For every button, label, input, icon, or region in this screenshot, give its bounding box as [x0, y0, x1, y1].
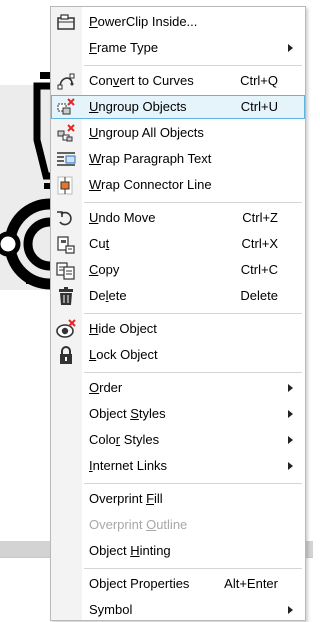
menu-item-order[interactable]: Order	[51, 376, 305, 400]
menu-separator	[84, 65, 302, 66]
submenu-arrow-icon	[288, 436, 293, 444]
menu-item-object-properties[interactable]: Object Properties Alt+Enter	[51, 572, 305, 596]
menu-item-frame-type[interactable]: Frame Type	[51, 36, 305, 60]
menu-item-label: Delete	[89, 288, 127, 303]
menu-item-label: Overprint Fill	[89, 491, 163, 506]
menu-separator	[84, 483, 302, 484]
menu-item-label: Ungroup All Objects	[89, 125, 204, 140]
menu-item-label: Undo Move	[89, 210, 156, 225]
context-menu: PowerClip Inside... Frame Type Convert to …	[50, 6, 306, 621]
menu-item-label: Color Styles	[89, 432, 160, 447]
menu-item-shortcut: Alt+Enter	[224, 576, 278, 591]
menu-item-shortcut: Delete	[240, 288, 278, 303]
menu-item-symbol[interactable]: Symbol	[51, 598, 305, 622]
submenu-arrow-icon	[288, 44, 293, 52]
menu-separator	[84, 372, 302, 373]
copy-icon	[56, 262, 75, 280]
submenu-arrow-icon	[288, 410, 293, 418]
menu-item-object-hinting[interactable]: Object Hinting	[51, 539, 305, 563]
menu-separator	[84, 313, 302, 314]
undo-icon	[57, 211, 72, 226]
menu-item-delete[interactable]: Delete Delete	[51, 284, 305, 308]
submenu-arrow-icon	[288, 606, 293, 614]
menu-item-cut[interactable]: Cut Ctrl+X	[51, 232, 305, 256]
menu-item-label: Convert to Curves	[89, 73, 194, 88]
menu-item-shortcut: Ctrl+Z	[242, 210, 278, 225]
lock-icon	[60, 346, 72, 364]
menu-item-label: Wrap Paragraph Text	[89, 151, 212, 166]
menu-item-label: Wrap Connector Line	[89, 177, 212, 192]
ungroup-all-icon	[57, 124, 75, 142]
menu-item-powerclip-inside[interactable]: PowerClip Inside...	[51, 10, 305, 34]
menu-item-shortcut: Ctrl+U	[240, 99, 278, 114]
menu-item-internet-links[interactable]: Internet Links	[51, 454, 305, 478]
wrap-text-icon	[57, 152, 76, 166]
menu-item-label: PowerClip Inside...	[89, 14, 198, 29]
menu-item-label: Object Styles	[89, 406, 166, 421]
menu-item-wrap-connector-line[interactable]: Wrap Connector Line	[51, 173, 305, 197]
submenu-arrow-icon	[288, 384, 293, 392]
menu-item-hide-object[interactable]: Hide Object	[51, 317, 305, 341]
menu-separator	[84, 568, 302, 569]
cut-icon	[57, 236, 75, 254]
menu-item-color-styles[interactable]: Color Styles	[51, 428, 305, 452]
menu-item-wrap-paragraph-text[interactable]: Wrap Paragraph Text	[51, 147, 305, 171]
menu-item-label: Frame Type	[89, 40, 159, 55]
menu-item-copy[interactable]: Copy Ctrl+C	[51, 258, 305, 282]
menu-item-object-styles[interactable]: Object Styles	[51, 402, 305, 426]
menu-item-overprint-outline: Overprint Outline	[51, 513, 305, 537]
ungroup-icon	[57, 98, 75, 115]
menu-item-label: Internet Links	[89, 458, 168, 473]
menu-item-ungroup-objects[interactable]: Ungroup Objects Ctrl+U	[51, 95, 305, 119]
powerclip-icon	[57, 14, 75, 30]
menu-separator	[84, 202, 302, 203]
trash-icon	[59, 287, 73, 305]
menu-item-label: Cut	[89, 236, 110, 251]
menu-item-label: Ungroup Objects	[89, 99, 187, 114]
menu-item-lock-object[interactable]: Lock Object	[51, 343, 305, 367]
menu-item-shortcut: Ctrl+X	[241, 236, 278, 251]
wrap-connector-icon	[57, 176, 73, 195]
submenu-arrow-icon	[288, 462, 293, 470]
menu-item-undo-move[interactable]: Undo Move Ctrl+Z	[51, 206, 305, 230]
menu-item-label: Order	[89, 380, 123, 395]
menu-item-shortcut: Ctrl+Q	[240, 73, 278, 88]
menu-item-label: Hide Object	[89, 321, 157, 336]
menu-item-label: Overprint Outline	[89, 517, 188, 532]
menu-item-overprint-fill[interactable]: Overprint Fill	[51, 487, 305, 511]
menu-item-label: Object Hinting	[89, 543, 171, 558]
hide-object-icon	[56, 319, 76, 338]
menu-item-label: Copy	[89, 262, 120, 277]
convert-to-curves-icon	[57, 73, 75, 90]
menu-item-label: Lock Object	[89, 347, 158, 362]
menu-item-convert-to-curves[interactable]: Convert to Curves Ctrl+Q	[51, 69, 305, 93]
menu-item-shortcut: Ctrl+C	[240, 262, 278, 277]
menu-item-label: Object Properties	[89, 576, 190, 591]
menu-item-label: Symbol	[89, 602, 133, 617]
menu-item-ungroup-all-objects[interactable]: Ungroup All Objects	[51, 121, 305, 145]
